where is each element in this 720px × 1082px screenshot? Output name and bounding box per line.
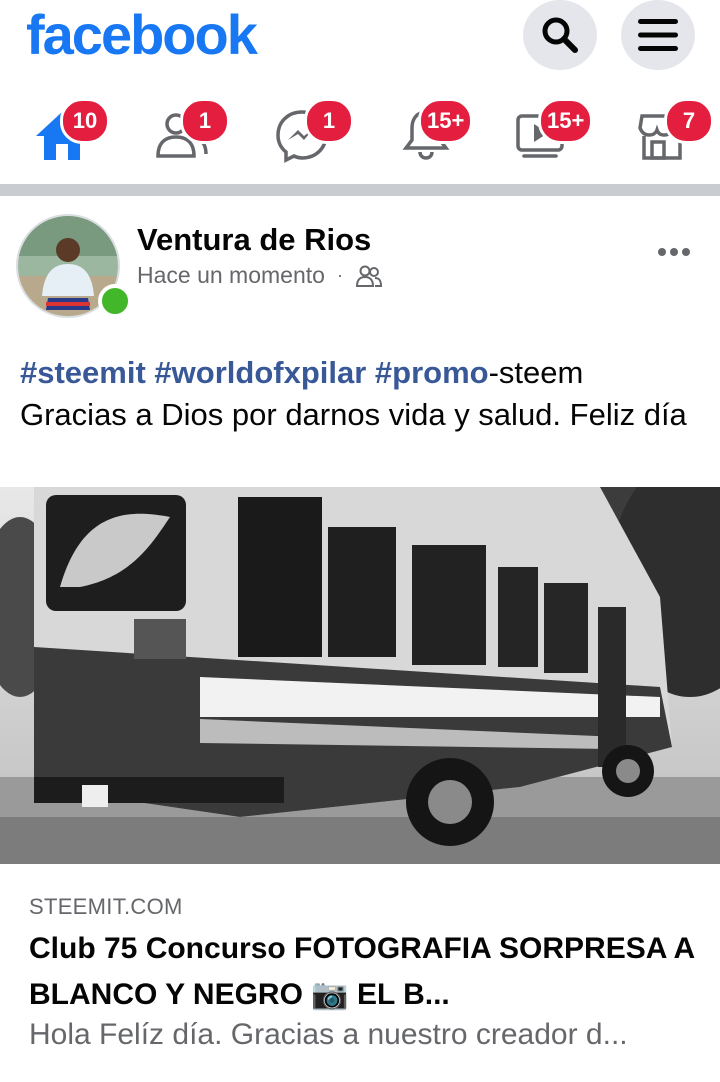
more-dot — [658, 248, 666, 256]
link-domain: STEEMIT.COM — [29, 894, 183, 919]
post-options-button[interactable] — [658, 248, 690, 256]
post-text: #steemit #worldofxpilar #promo-steem Grac… — [20, 352, 700, 436]
messenger-badge: 1 — [304, 98, 354, 144]
more-dot — [682, 248, 690, 256]
friends-badge: 1 — [180, 98, 230, 144]
post-time[interactable]: Hace un momento — [137, 262, 325, 289]
menu-button[interactable] — [621, 0, 695, 70]
notifications-badge: 15+ — [418, 98, 474, 144]
post-meta: Hace un momento · — [137, 262, 383, 289]
post-text-suffix: -steem — [488, 355, 584, 390]
marketplace-badge: 7 — [664, 98, 714, 144]
watch-badge: 15+ — [538, 98, 594, 144]
post-author[interactable]: Ventura de Rios — [137, 222, 371, 258]
bus-photo — [0, 487, 720, 864]
author-avatar-wrap[interactable] — [16, 214, 132, 318]
friends-audience-icon — [355, 265, 382, 287]
nav-marketplace[interactable]: 7 — [634, 92, 720, 176]
nav-home[interactable]: 10 — [30, 92, 130, 176]
nav-messenger[interactable]: 1 — [270, 92, 370, 176]
hashtag-promo[interactable]: #promo — [375, 355, 489, 390]
meta-separator: · — [336, 265, 343, 285]
search-button[interactable] — [523, 0, 597, 70]
nav-notifications[interactable]: 15+ — [392, 92, 492, 176]
link-description: Hola Felíz día. Gracias a nuestro creado… — [29, 1018, 628, 1051]
link-title[interactable]: Club 75 Concurso FOTOGRAFIA SORPRESA A B… — [29, 926, 699, 1018]
online-indicator — [98, 284, 132, 318]
home-badge: 10 — [60, 98, 110, 144]
post-body: Gracias a Dios por darnos vida y salud. … — [20, 397, 687, 432]
more-dot — [670, 248, 678, 256]
search-icon — [542, 17, 578, 53]
facebook-logo[interactable]: facebook — [26, 2, 258, 67]
main-nav: 10 1 1 15+ 15+ 7 — [0, 92, 720, 176]
nav-watch[interactable]: 15+ — [512, 92, 612, 176]
nav-friends[interactable]: 1 — [150, 92, 250, 176]
post-photo[interactable] — [0, 487, 720, 864]
top-bar: facebook — [0, 0, 720, 84]
hashtag-steemit[interactable]: #steemit — [20, 355, 146, 390]
hamburger-menu-icon — [638, 19, 678, 51]
hashtag-worldofxpilar[interactable]: #worldofxpilar — [154, 355, 366, 390]
section-divider — [0, 184, 720, 196]
